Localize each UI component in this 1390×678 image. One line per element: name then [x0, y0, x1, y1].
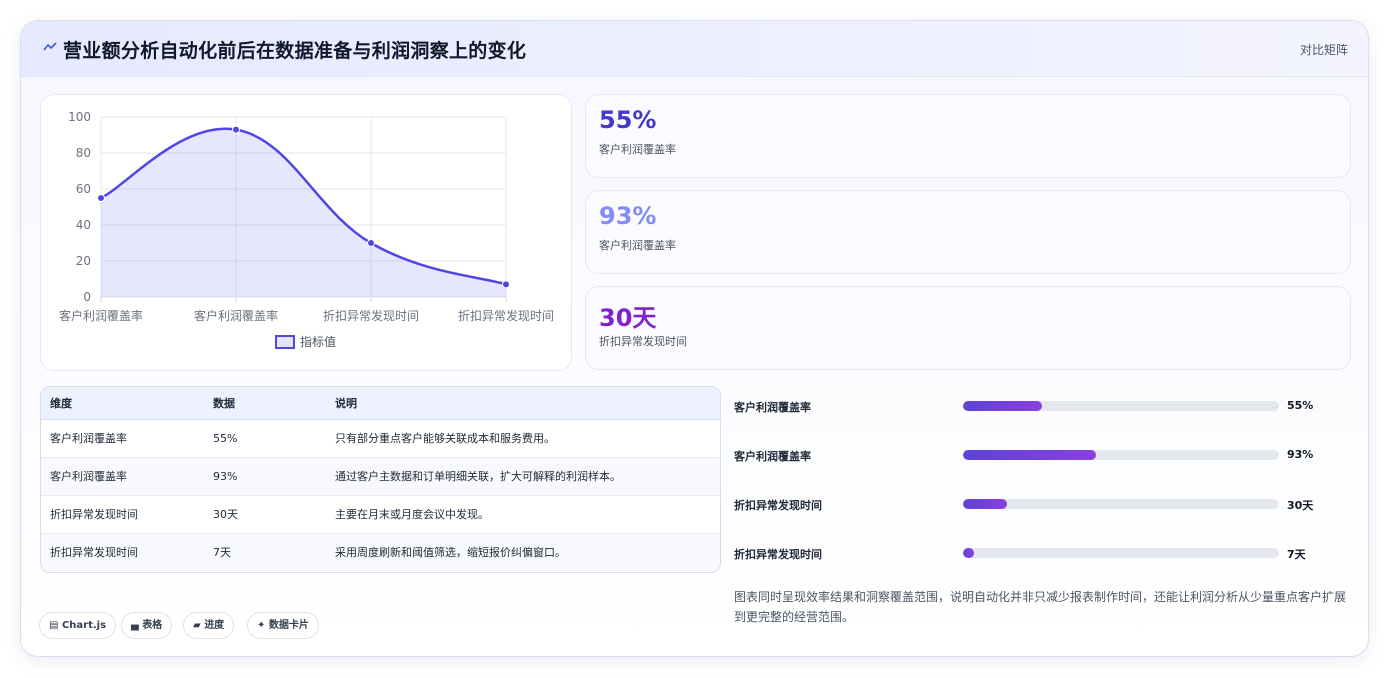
table-cell: 只有部分重点客户能够关联成本和服务费用。: [326, 419, 720, 458]
page-title: 营业额分析自动化前后在数据准备与利润洞察上的变化: [63, 40, 527, 62]
table-cell: 通过客户主数据和订单明细关联，扩大可解释的利润样本。: [326, 457, 720, 496]
sparkle-icon: ✦: [257, 620, 266, 631]
stat-value: 30天: [599, 304, 657, 332]
table-header-row: 维度 数据 说明: [41, 387, 720, 420]
line-chart-panel: 0 20 40 60 80 100 客户利润覆盖率 客户利润覆盖率 折扣异常发现时间 折扣异常发现…: [40, 94, 572, 371]
progress-fill: [963, 401, 1042, 411]
stat-card: 30天 折扣异常发现时间: [585, 286, 1351, 370]
tag-label: 表格: [142, 620, 163, 631]
line-chart: 0 20 40 60 80 100 客户利润覆盖率 客户利润覆盖率 折扣异常发现时间 折扣异常发现…: [59, 110, 554, 349]
table-cell: 折扣异常发现时间: [41, 495, 204, 534]
header: 营业额分析自动化前后在数据准备与利润洞察上的变化 对比矩阵: [21, 21, 1368, 77]
data-point: [502, 280, 510, 289]
y-tick-label: 100: [68, 110, 91, 124]
data-point: [97, 194, 105, 202]
progress-row: 客户利润覆盖率 93%: [734, 445, 1354, 465]
progress-label: 客户利润覆盖率: [734, 401, 811, 414]
y-tick-label: 0: [83, 290, 91, 304]
table-cell: 采用周度刷新和阈值筛选，缩短报价纠偏窗口。: [335, 546, 566, 560]
stat-card: 55% 客户利润覆盖率: [585, 94, 1351, 178]
table-cell: 客户利润覆盖率: [41, 419, 204, 458]
stat-value: 93%: [599, 202, 657, 230]
table-row: 折扣异常发现时间 30天 主要在月末或月度会议中发现。: [41, 495, 720, 534]
tag-table[interactable]: ▄ 表格: [121, 612, 173, 639]
progress-fill: [963, 450, 1096, 460]
table-cell: 55%: [204, 419, 326, 458]
y-tick-label: 20: [76, 254, 91, 268]
progress-value: 7天: [1287, 548, 1306, 561]
tag-label: 数据卡片: [268, 620, 309, 631]
table-icon: ▄: [131, 620, 139, 631]
progress-fill: [963, 499, 1008, 509]
progress-icon: ▰: [193, 620, 201, 631]
data-table: 维度 数据 说明 客户利润覆盖率 55% 只有部分重点客户能够关联成本和服务费用…: [40, 386, 721, 573]
table-cell: 30天: [204, 495, 326, 534]
stat-value: 55%: [599, 106, 657, 134]
table-cell: 客户利润覆盖率: [41, 457, 204, 496]
summary-note: 图表同时呈现效率结果和洞察覆盖范围，说明自动化并非只减少报表制作时间，还能让利润…: [734, 590, 1347, 624]
progress-row: 客户利润覆盖率 55%: [734, 396, 1354, 416]
progress-value: 55%: [1287, 399, 1314, 412]
progress-fill: [963, 548, 975, 558]
x-tick-label: 折扣异常发现时间: [323, 308, 419, 323]
view-label: 对比矩阵: [1299, 43, 1348, 57]
y-tick-label: 40: [76, 218, 91, 232]
table-row: 客户利润覆盖率 55% 只有部分重点客户能够关联成本和服务费用。: [41, 419, 720, 458]
y-tick-label: 60: [76, 182, 91, 196]
stat-label: 客户利润覆盖率: [599, 143, 676, 156]
progress-row: 折扣异常发现时间 7天: [734, 543, 1354, 563]
table-row: 折扣异常发现时间 7天 采用周度刷新和阈值筛选，缩短报价纠偏窗口。: [41, 533, 720, 571]
table-cell: 主要在月末或月度会议中发现。: [326, 495, 720, 534]
x-tick-label: 客户利润覆盖率: [194, 308, 278, 323]
data-point: [232, 125, 240, 134]
dashboard-card: 营业额分析自动化前后在数据准备与利润洞察上的变化 对比矩阵 0 20 40 60 80 1…: [20, 20, 1369, 657]
progress-track: [963, 548, 1279, 558]
table-cell: 7天: [213, 546, 231, 560]
tag-chartjs[interactable]: ▤ Chart.js: [39, 612, 117, 639]
legend-swatch: [275, 335, 295, 349]
tag-label: Chart.js: [61, 620, 107, 631]
stat-label: 客户利润覆盖率: [599, 239, 676, 252]
table-row: 客户利润覆盖率 93% 通过客户主数据和订单明细关联，扩大可解释的利润样本。: [41, 457, 720, 496]
tag-data-cards[interactable]: ✦ 数据卡片: [247, 612, 319, 639]
tag-label: 进度: [204, 620, 225, 631]
progress-label: 折扣异常发现时间: [734, 499, 822, 512]
zigzag-line-icon: [43, 42, 57, 51]
x-tick-label: 折扣异常发现时间: [458, 308, 554, 323]
progress-label: 客户利润覆盖率: [734, 450, 811, 463]
table-cell: 折扣异常发现时间: [50, 546, 138, 560]
progress-track: [963, 450, 1279, 460]
legend-label: 指标值: [300, 334, 336, 349]
stat-label: 折扣异常发现时间: [599, 335, 687, 348]
progress-label: 折扣异常发现时间: [734, 548, 822, 561]
progress-track: [963, 401, 1279, 411]
data-point: [367, 239, 375, 247]
progress-row: 折扣异常发现时间 30天: [734, 494, 1354, 514]
table-cell: 93%: [204, 457, 326, 496]
y-tick-label: 80: [76, 146, 91, 160]
column-header: 维度: [41, 387, 204, 420]
tag-progress[interactable]: ▰ 进度: [183, 612, 235, 639]
column-header: 说明: [326, 387, 720, 420]
progress-track: [963, 499, 1279, 509]
x-tick-label: 客户利润覆盖率: [59, 308, 143, 323]
chart-icon: ▤: [49, 620, 59, 631]
progress-value: 30天: [1287, 499, 1314, 512]
column-header: 数据: [204, 387, 326, 420]
stat-card: 93% 客户利润覆盖率: [585, 190, 1351, 274]
progress-value: 93%: [1287, 448, 1314, 461]
